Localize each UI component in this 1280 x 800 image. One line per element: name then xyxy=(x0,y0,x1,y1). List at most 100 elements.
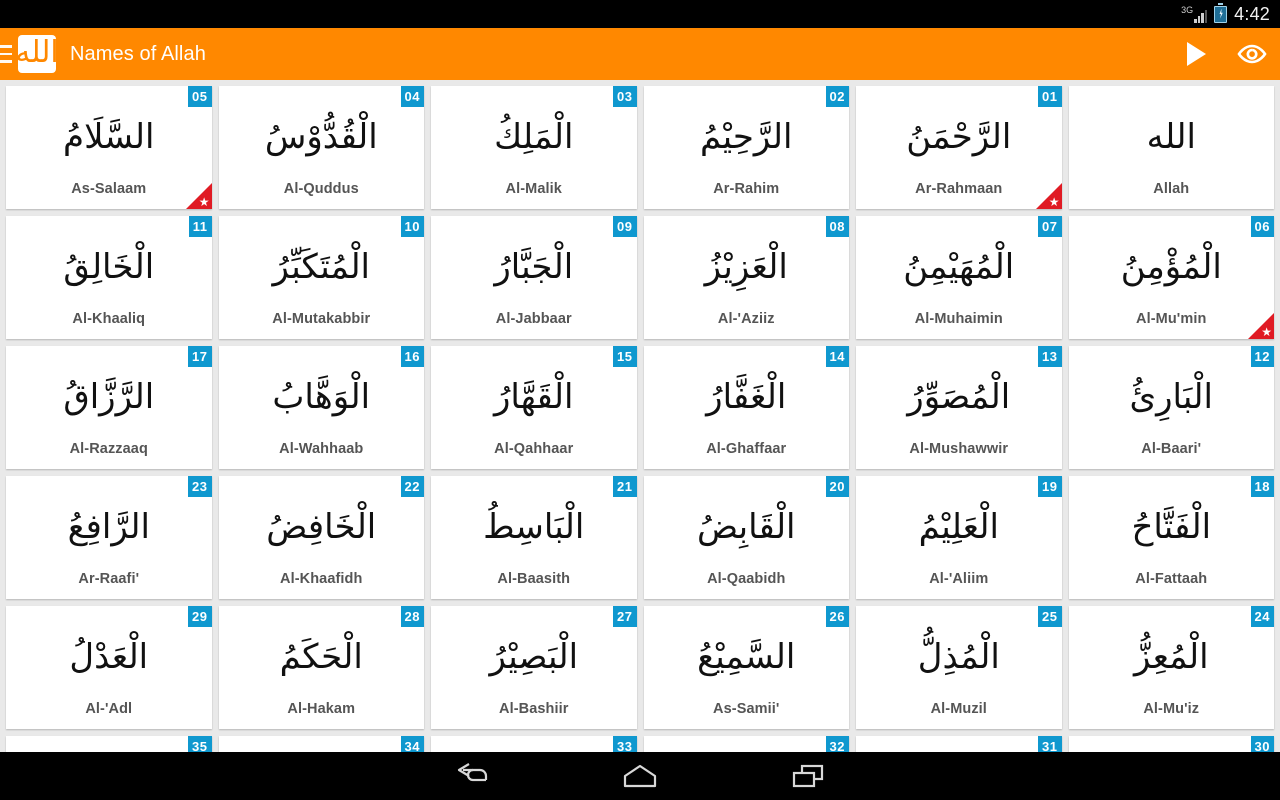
card-number-badge: 26 xyxy=(825,606,849,627)
grid-row: الْفَتَّاحُ Al-Fattaah 18 الْعَلِيْمُ Al-'Al… xyxy=(6,476,1274,599)
card-transliteration: Al-Mutakabbir xyxy=(272,311,371,327)
card-number-badge: 07 xyxy=(1038,216,1062,237)
card-transliteration: Al-Qahhaar xyxy=(494,441,574,457)
card-transliteration: Al-Jabbaar xyxy=(495,311,572,327)
name-card[interactable]: الْمُهَيْمِنُ Al-Muhaimin 07 xyxy=(856,216,1062,339)
back-arrow-icon[interactable] xyxy=(444,752,500,800)
favorite-star-icon[interactable]: ★ xyxy=(1035,183,1062,209)
card-transliteration: Al-Khaaliq xyxy=(72,311,146,327)
card-arabic-name: الْفَتَّاحُ xyxy=(1131,506,1212,547)
name-card[interactable]: الْبَصِيْرُ Al-Bashiir 27 xyxy=(431,606,637,729)
home-icon[interactable] xyxy=(612,752,668,800)
name-card[interactable]: الْبَارِئُ Al-Baari' 12 xyxy=(1068,346,1274,469)
name-card[interactable]: الْمُصَوِّرُ Al-Mushawwir 13 xyxy=(856,346,1062,469)
card-transliteration: Al-Fattaah xyxy=(1135,571,1208,587)
card-transliteration: Al-Mu'min xyxy=(1136,311,1207,327)
name-card[interactable]: الْقَابِضُ Al-Qaabidh 20 xyxy=(643,476,849,599)
card-transliteration: Al-Ghaffaar xyxy=(706,441,787,457)
signal-bars-icon: 3G xyxy=(1181,5,1208,23)
name-card[interactable]: الْفَتَّاحُ Al-Fattaah 18 xyxy=(1068,476,1274,599)
card-transliteration: Al-Muhaimin xyxy=(914,311,1003,327)
recent-apps-icon[interactable] xyxy=(780,752,836,800)
card-number-badge: 06 xyxy=(1250,216,1274,237)
card-number-badge: 11 xyxy=(188,216,212,237)
app-logo-icon[interactable]: الله xyxy=(18,35,56,73)
name-card[interactable]: الْمُتَكَبِّرُ Al-Mutakabbir 10 xyxy=(218,216,424,339)
grid-row: الله Allah الرَّحْمَنُ Ar-Rahmaan 01 ★ الرَّحِ… xyxy=(6,86,1274,209)
card-number-badge: 19 xyxy=(1038,476,1062,497)
play-icon[interactable] xyxy=(1168,28,1224,80)
name-card[interactable]: الْمُؤْمِنُ Al-Mu'min 06 ★ xyxy=(1068,216,1274,339)
card-transliteration: Al-Wahhaab xyxy=(279,441,364,457)
card-arabic-name: الْوَهَّابُ xyxy=(272,376,371,417)
card-arabic-name: الْخَالِقُ xyxy=(63,246,155,287)
card-transliteration: Ar-Rahmaan xyxy=(915,181,1003,197)
card-arabic-name: الْقَهَّارُ xyxy=(494,376,574,417)
card-arabic-name: الْمُؤْمِنُ xyxy=(1120,246,1222,287)
name-card[interactable]: الْعَزِيْزُ Al-'Aziiz 08 xyxy=(643,216,849,339)
card-number-badge: 25 xyxy=(1038,606,1062,627)
card-transliteration: Al-Muzil xyxy=(930,701,987,717)
card-arabic-name: الْمُعِزُّ xyxy=(1133,636,1209,677)
app-action-bar: الله Names of Allah xyxy=(0,28,1280,80)
card-transliteration: Al-Malik xyxy=(505,181,562,197)
card-arabic-name: الْجَبَّارُ xyxy=(494,246,574,287)
name-card[interactable]: الْخَافِضُ Al-Khaafidh 22 xyxy=(218,476,424,599)
name-card[interactable]: الْبَاسِطُ Al-Baasith 21 xyxy=(431,476,637,599)
name-card[interactable]: الْمُذِلُّ Al-Muzil 25 xyxy=(856,606,1062,729)
card-transliteration: Al-Baari' xyxy=(1141,441,1202,457)
name-card[interactable]: الْجَبَّارُ Al-Jabbaar 09 xyxy=(431,216,637,339)
name-card[interactable]: الْغَفَّارُ Al-Ghaffaar 14 xyxy=(643,346,849,469)
card-arabic-name: الْبَاسِطُ xyxy=(483,506,585,547)
card-transliteration: Al-'Aziiz xyxy=(717,311,775,327)
card-arabic-name: الرَّحِيْمُ xyxy=(700,116,793,157)
card-arabic-name: الْبَصِيْرُ xyxy=(489,636,579,677)
card-arabic-name: الله xyxy=(1146,116,1196,157)
card-arabic-name: الْقَابِضُ xyxy=(697,506,796,547)
eye-icon[interactable] xyxy=(1224,28,1280,80)
name-card[interactable]: الْقُدُّوْسُ Al-Quddus 04 xyxy=(218,86,424,209)
names-grid[interactable]: الله Allah الرَّحْمَنُ Ar-Rahmaan 01 ★ الرَّحِ… xyxy=(0,80,1280,800)
card-number-badge: 23 xyxy=(188,476,212,497)
name-card[interactable]: الْقَهَّارُ Al-Qahhaar 15 xyxy=(431,346,637,469)
card-number-badge: 10 xyxy=(400,216,424,237)
grid-row: الْمُؤْمِنُ Al-Mu'min 06 ★ الْمُهَيْمِنُ Al-M… xyxy=(6,216,1274,339)
card-transliteration: Al-Baasith xyxy=(497,571,571,587)
hamburger-menu-icon[interactable] xyxy=(0,28,12,80)
name-card[interactable]: السَّلَامُ As-Salaam 05 ★ xyxy=(6,86,212,209)
card-number-badge: 17 xyxy=(188,346,212,367)
name-card[interactable]: الْمَلِكُ Al-Malik 03 xyxy=(431,86,637,209)
name-card[interactable]: الْعَلِيْمُ Al-'Aliim 19 xyxy=(856,476,1062,599)
favorite-star-icon[interactable]: ★ xyxy=(185,183,212,209)
status-bar-clock: 4:42 xyxy=(1234,3,1270,24)
card-number-badge: 21 xyxy=(613,476,637,497)
name-card[interactable]: الْوَهَّابُ Al-Wahhaab 16 xyxy=(218,346,424,469)
card-number-badge: 29 xyxy=(188,606,212,627)
name-card[interactable]: الله Allah xyxy=(1068,86,1274,209)
name-card[interactable]: الرَّحِيْمُ Ar-Rahim 02 xyxy=(643,86,849,209)
name-card[interactable]: الْخَالِقُ Al-Khaaliq 11 xyxy=(6,216,212,339)
card-number-badge: 05 xyxy=(188,86,212,107)
name-card[interactable]: الْمُعِزُّ Al-Mu'iz 24 xyxy=(1068,606,1274,729)
card-arabic-name: الرَّافِعُ xyxy=(67,506,150,547)
name-card[interactable]: الْعَدْلُ Al-'Adl 29 xyxy=(6,606,212,729)
card-transliteration: Al-Hakam xyxy=(287,701,356,717)
card-number-badge: 24 xyxy=(1250,606,1274,627)
page-title: Names of Allah xyxy=(70,42,206,65)
card-number-badge: 09 xyxy=(613,216,637,237)
network-type-label: 3G xyxy=(1181,5,1194,15)
card-number-badge: 14 xyxy=(825,346,849,367)
favorite-star-icon[interactable]: ★ xyxy=(1248,313,1274,339)
name-card[interactable]: الرَّحْمَنُ Ar-Rahmaan 01 ★ xyxy=(856,86,1062,209)
name-card[interactable]: الرَّزَّاقُ Al-Razzaaq 17 xyxy=(6,346,212,469)
card-arabic-name: السَّلَامُ xyxy=(63,116,155,157)
card-number-badge: 12 xyxy=(1250,346,1274,367)
card-number-badge: 04 xyxy=(400,86,424,107)
grid-row: الْبَارِئُ Al-Baari' 12 الْمُصَوِّرُ Al-Mush… xyxy=(6,346,1274,469)
name-card[interactable]: السَّمِيْعُ As-Samii' 26 xyxy=(643,606,849,729)
card-number-badge: 08 xyxy=(825,216,849,237)
name-card[interactable]: الرَّافِعُ Ar-Raafi' 23 xyxy=(6,476,212,599)
card-number-badge: 13 xyxy=(1038,346,1062,367)
name-card[interactable]: الْحَكَمُ Al-Hakam 28 xyxy=(218,606,424,729)
card-transliteration: Al-Qaabidh xyxy=(707,571,786,587)
